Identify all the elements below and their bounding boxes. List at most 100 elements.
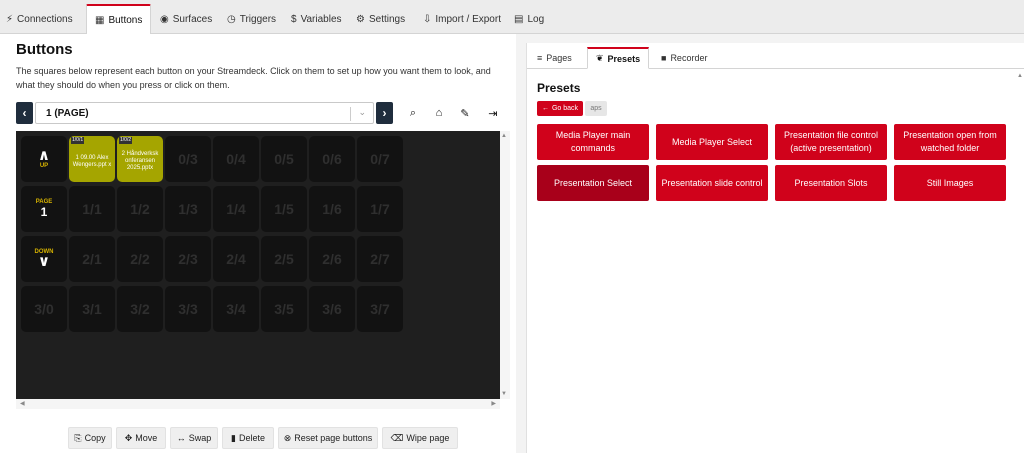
- grid-button-3-4[interactable]: 3/4: [213, 286, 259, 332]
- presets-title: Presets: [537, 81, 581, 95]
- tab-recorder[interactable]: ■ Recorder: [661, 47, 707, 69]
- grid-button-1-2[interactable]: 1/2: [117, 186, 163, 232]
- scroll-left-icon[interactable]: ◀: [20, 400, 25, 407]
- swap-button[interactable]: ↔ Swap: [170, 427, 218, 449]
- grid-button-0-2[interactable]: 1/0/2 2 Håndverksk onferansen 2025.pptx: [117, 136, 163, 182]
- reset-page-buttons-button[interactable]: ⊗ Reset page buttons: [278, 427, 378, 449]
- button-index: 1/0/2: [119, 137, 133, 144]
- page-select[interactable]: 1 (PAGE) ⌄: [35, 102, 374, 124]
- chevron-down-icon[interactable]: ⌄: [358, 107, 366, 118]
- grid-button-1-3[interactable]: 1/3: [165, 186, 211, 232]
- grid-button-3-5[interactable]: 3/5: [261, 286, 307, 332]
- preset-media-player-main-commands[interactable]: Media Player main commands: [537, 124, 649, 160]
- move-button[interactable]: ✥ Move: [116, 427, 166, 449]
- preset-media-player-select[interactable]: Media Player Select: [656, 124, 768, 160]
- home-icon[interactable]: ⌂: [428, 102, 450, 124]
- tab-label: Triggers: [239, 13, 277, 25]
- grid-button-2-5[interactable]: 2/5: [261, 236, 307, 282]
- tab-surfaces[interactable]: ◉ Surfaces: [160, 4, 212, 34]
- page-title: Buttons: [16, 41, 73, 58]
- grid-button-1-5[interactable]: 1/5: [261, 186, 307, 232]
- tab-label: Settings: [368, 13, 406, 25]
- export-page-icon[interactable]: ⇥: [482, 102, 504, 124]
- page-description: The squares below represent each button …: [16, 66, 491, 90]
- tab-import-export[interactable]: ⇩ Import / Export: [423, 4, 501, 34]
- pencil-icon[interactable]: ✎: [454, 102, 476, 124]
- go-back-button[interactable]: ← Go back: [537, 101, 583, 116]
- page-number-button[interactable]: PAGE 1: [21, 186, 67, 232]
- grid-button-0-1[interactable]: 1/0/1 1 09.00 Alex Wengers.ppt x: [69, 136, 115, 182]
- scroll-right-icon[interactable]: ▶: [491, 400, 496, 407]
- preset-presentation-slots[interactable]: Presentation Slots: [775, 165, 887, 201]
- grid-button-2-6[interactable]: 2/6: [309, 236, 355, 282]
- search-icon[interactable]: ⌕: [402, 102, 424, 124]
- scroll-up-icon[interactable]: ▲: [501, 133, 507, 139]
- go-back-label: Go back: [551, 105, 579, 112]
- grid-button-0-4[interactable]: 0/4: [213, 136, 259, 182]
- grid-button-3-7[interactable]: 3/7: [357, 286, 403, 332]
- page-down-button[interactable]: DOWN ∨: [21, 236, 67, 282]
- grid-button-2-2[interactable]: 2/2: [117, 236, 163, 282]
- presets-scrollbar[interactable]: ▲: [1016, 71, 1024, 453]
- grid-button-3-2[interactable]: 3/2: [117, 286, 163, 332]
- prev-page-button[interactable]: ‹: [16, 102, 33, 124]
- reset-label: Reset page buttons: [294, 433, 373, 443]
- grid-button-1-6[interactable]: 1/6: [309, 186, 355, 232]
- scroll-down-icon[interactable]: ▼: [501, 391, 507, 397]
- delete-button[interactable]: ▮ Delete: [222, 427, 274, 449]
- buttons-panel: Buttons The squares below represent each…: [0, 34, 516, 453]
- wipe-page-button[interactable]: ⌫ Wipe page: [382, 427, 458, 449]
- scroll-up-icon[interactable]: ▲: [1017, 73, 1023, 79]
- grid-button-0-3[interactable]: 0/3: [165, 136, 211, 182]
- tab-label: Log: [527, 13, 545, 25]
- preset-presentation-open-from-watched-folder[interactable]: Presentation open from watched folder: [894, 124, 1006, 160]
- grid-button-0-7[interactable]: 0/7: [357, 136, 403, 182]
- right-tabs: ≡ Pages ❦ Presets ■ Recorder: [527, 43, 1024, 69]
- arrow-left-icon: ←: [541, 105, 549, 112]
- trash-icon: ▮: [231, 432, 236, 443]
- grid-icon: ▦: [95, 14, 105, 26]
- grid-button-3-0[interactable]: 3/0: [21, 286, 67, 332]
- tab-pages[interactable]: ≡ Pages: [537, 47, 572, 69]
- layers-icon: ≡: [537, 53, 543, 63]
- grid-button-3-6[interactable]: 3/6: [309, 286, 355, 332]
- tab-log[interactable]: ▤ Log: [514, 4, 544, 34]
- grid-button-1-4[interactable]: 1/4: [213, 186, 259, 232]
- tab-triggers[interactable]: ◷ Triggers: [227, 4, 276, 34]
- tab-connections[interactable]: ⚡ Connections: [6, 4, 73, 34]
- grid-button-1-1[interactable]: 1/1: [69, 186, 115, 232]
- tab-variables[interactable]: $ Variables: [291, 4, 342, 34]
- tab-label: Buttons: [108, 14, 143, 26]
- grid-button-2-7[interactable]: 2/7: [357, 236, 403, 282]
- preset-still-images[interactable]: Still Images: [894, 165, 1006, 201]
- copy-button[interactable]: ⎘ Copy: [68, 427, 112, 449]
- preset-presentation-select[interactable]: Presentation Select: [537, 165, 649, 201]
- tab-label: Pages: [546, 53, 572, 63]
- grid-button-0-5[interactable]: 0/5: [261, 136, 307, 182]
- grid-button-1-7[interactable]: 1/7: [357, 186, 403, 232]
- grid-button-0-6[interactable]: 0/6: [309, 136, 355, 182]
- tab-label: Surfaces: [172, 13, 213, 25]
- page-up-button[interactable]: ∧ UP: [21, 136, 67, 182]
- eraser-icon: ⌫: [390, 432, 404, 443]
- grid-button-2-3[interactable]: 2/3: [165, 236, 211, 282]
- grid-horizontal-scrollbar[interactable]: ◀ ▶: [16, 399, 500, 409]
- grid-button-3-3[interactable]: 3/3: [165, 286, 211, 332]
- copy-icon: ⎘: [74, 432, 82, 443]
- grid-button-3-1[interactable]: 3/1: [69, 286, 115, 332]
- move-label: Move: [135, 433, 158, 443]
- grid-vertical-scrollbar[interactable]: ▲ ▼: [500, 131, 510, 399]
- tab-label: Presets: [607, 53, 641, 64]
- breadcrumb: aps: [585, 101, 607, 116]
- tab-presets[interactable]: ❦ Presets: [587, 47, 650, 69]
- preset-presentation-file-control[interactable]: Presentation file control (active presen…: [775, 124, 887, 160]
- clock-icon: ◷: [227, 13, 236, 25]
- tab-settings[interactable]: ⚙ Settings: [356, 4, 405, 34]
- grid-button-2-4[interactable]: 2/4: [213, 236, 259, 282]
- copy-label: Copy: [84, 433, 106, 443]
- file-import-icon: ⇩: [423, 13, 432, 25]
- preset-presentation-slide-control[interactable]: Presentation slide control: [656, 165, 768, 201]
- grid-button-2-1[interactable]: 2/1: [69, 236, 115, 282]
- next-page-button[interactable]: ›: [376, 102, 393, 124]
- tab-buttons[interactable]: ▦ Buttons: [86, 4, 152, 34]
